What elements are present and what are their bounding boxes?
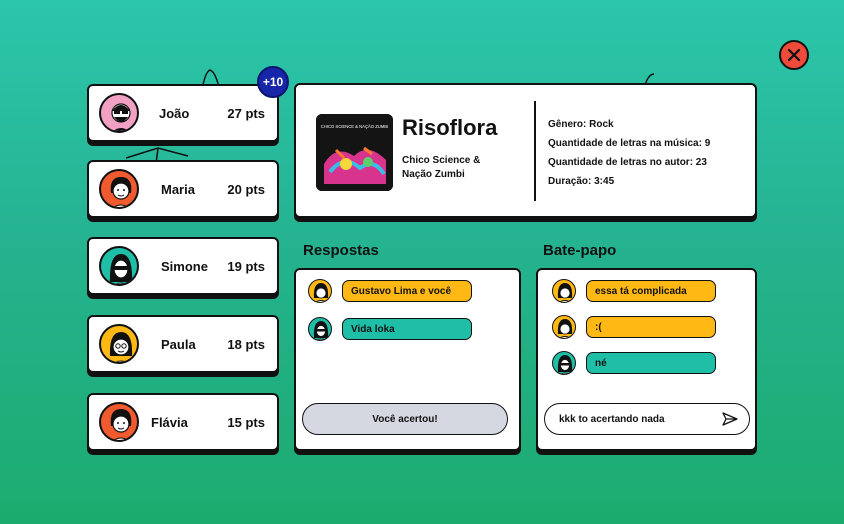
answer-bubble: Gustavo Lima e você bbox=[342, 280, 472, 302]
player-points: 20 pts bbox=[227, 181, 265, 197]
result-button[interactable]: Você acertou! bbox=[302, 403, 508, 435]
avatar bbox=[552, 351, 576, 375]
player-card-flavia: Flávia 15 pts bbox=[87, 393, 279, 451]
answers-title: Respostas bbox=[303, 242, 379, 259]
artist-letters-count: Quantidade de letras no autor: 23 bbox=[548, 157, 707, 168]
song-genre: Gênero: Rock bbox=[548, 119, 614, 130]
divider bbox=[534, 101, 536, 201]
close-button[interactable] bbox=[779, 40, 809, 70]
song-title: Risoflora bbox=[402, 115, 498, 140]
avatar bbox=[99, 93, 139, 133]
player-points: 27 pts bbox=[227, 105, 265, 121]
send-button[interactable] bbox=[721, 410, 739, 428]
answers-panel: Gustavo Lima e você Vida loka Você acert… bbox=[294, 268, 521, 451]
chat-input-container bbox=[544, 403, 750, 435]
song-letters-count: Quantidade de letras na música: 9 bbox=[548, 138, 711, 149]
avatar bbox=[308, 279, 332, 303]
player-card-maria: Maria 20 pts bbox=[87, 160, 279, 218]
player-name: Paula bbox=[161, 336, 196, 352]
player-name: Maria bbox=[161, 181, 195, 197]
player-name: Simone bbox=[161, 258, 208, 274]
player-name: Flávia bbox=[151, 414, 188, 430]
avatar bbox=[99, 246, 139, 286]
album-cover-text: CHICO SCIENCE & NAÇÃO ZUMBI bbox=[321, 124, 388, 129]
avatar bbox=[552, 279, 576, 303]
chat-bubble: né bbox=[586, 352, 716, 374]
chat-message: :( bbox=[552, 315, 716, 339]
chat-bubble: :( bbox=[586, 316, 716, 338]
chat-message: essa tá complicada bbox=[552, 279, 716, 303]
song-card: CHICO SCIENCE & NAÇÃO ZUMBI Risoflora Ch… bbox=[294, 83, 757, 218]
player-points: 15 pts bbox=[227, 414, 265, 430]
avatar bbox=[99, 324, 139, 364]
avatar bbox=[99, 402, 139, 442]
player-card-joao: João 27 pts bbox=[87, 84, 279, 142]
player-card-paula: Paula 18 pts bbox=[87, 315, 279, 373]
chat-title: Bate-papo bbox=[543, 242, 617, 259]
avatar bbox=[552, 315, 576, 339]
chat-message: né bbox=[552, 351, 716, 375]
chat-bubble: essa tá complicada bbox=[586, 280, 716, 302]
player-name: João bbox=[159, 105, 190, 121]
player-card-simone: Simone 19 pts bbox=[87, 237, 279, 295]
answer-bubble: Vida loka bbox=[342, 318, 472, 340]
avatar bbox=[308, 317, 332, 341]
answer-item: Gustavo Lima e você bbox=[308, 279, 472, 303]
bonus-badge: +10 bbox=[257, 66, 289, 98]
song-info: Gênero: Rock Quantidade de letras na mús… bbox=[548, 115, 710, 191]
close-x-icon bbox=[787, 48, 801, 62]
avatar bbox=[99, 169, 139, 209]
song-artist: Chico Science & Nação Zumbi bbox=[402, 155, 481, 180]
album-cover: CHICO SCIENCE & NAÇÃO ZUMBI bbox=[316, 114, 393, 191]
chat-input[interactable] bbox=[559, 413, 721, 425]
answer-item: Vida loka bbox=[308, 317, 472, 341]
chat-panel: essa tá complicada :( né bbox=[536, 268, 757, 451]
player-points: 18 pts bbox=[227, 336, 265, 352]
send-icon bbox=[722, 412, 738, 426]
player-points: 19 pts bbox=[227, 258, 265, 274]
song-duration: Duração: 3:45 bbox=[548, 176, 615, 187]
